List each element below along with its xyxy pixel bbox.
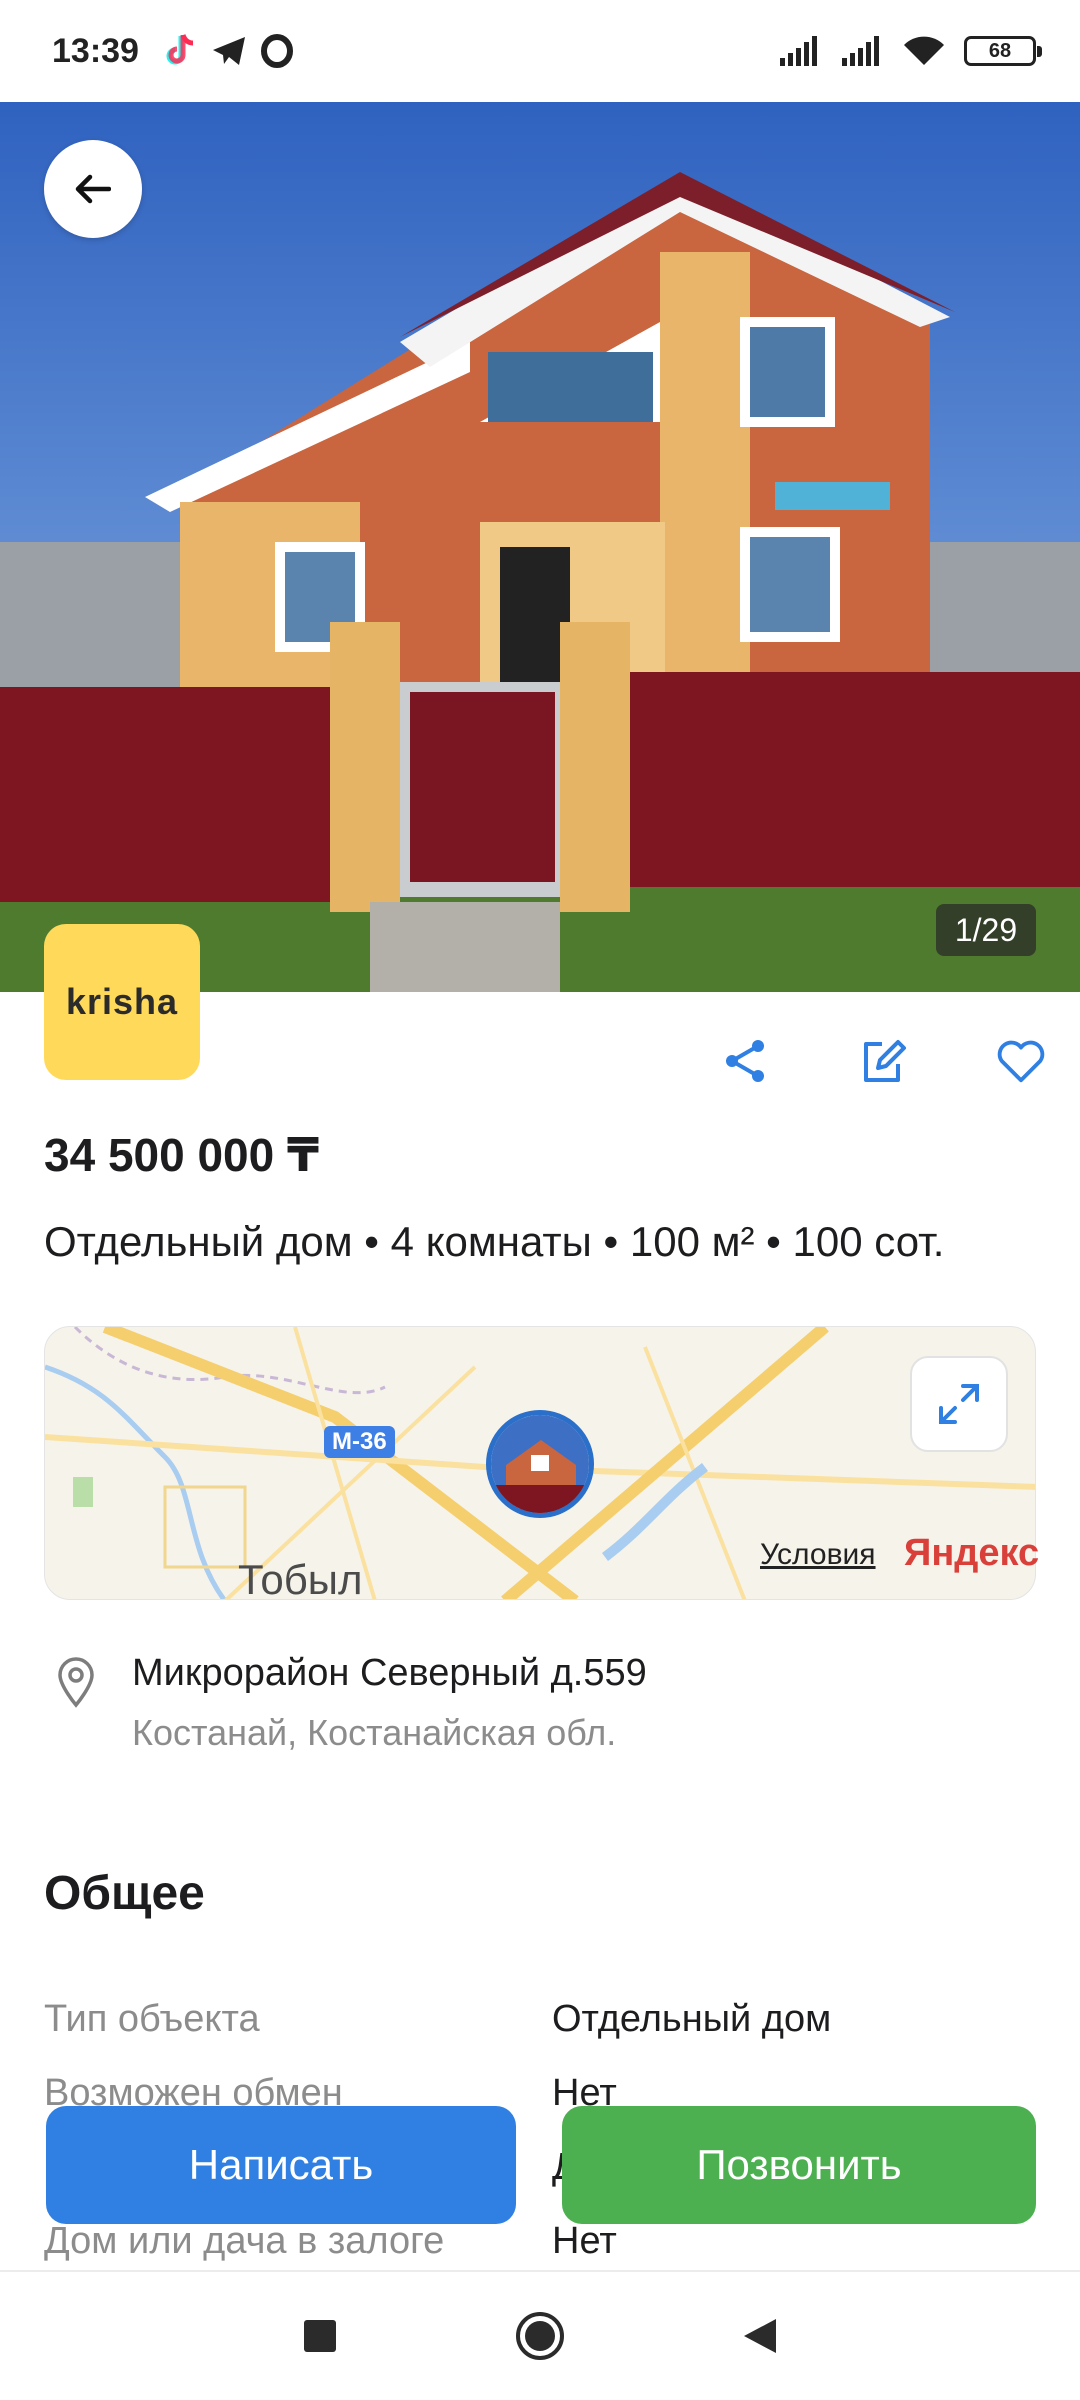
listing-photo[interactable] <box>0 102 1080 992</box>
property-value: Отдельный дом <box>552 1998 832 2040</box>
tiktok-icon <box>166 34 194 65</box>
back-button[interactable] <box>44 140 142 238</box>
square-icon <box>304 2320 336 2352</box>
battery-level: 68 <box>988 39 1012 62</box>
system-nav-bar <box>0 2270 1080 2400</box>
house-photo <box>0 102 1080 992</box>
battery-icon: 68 <box>964 36 1042 66</box>
triangle-back-icon <box>744 2319 776 2353</box>
status-app-icons <box>161 32 293 70</box>
back-nav-button[interactable] <box>730 2306 790 2366</box>
call-button[interactable]: Позвонить <box>562 2106 1036 2224</box>
photo-counter: 1/29 <box>936 904 1036 956</box>
heart-icon <box>997 1040 1045 1083</box>
general-section-title: Общее <box>44 1867 205 1920</box>
listing-screen: 13:39 68 1/29 krisha 34 500 000 ₸ Отдель… <box>0 0 1080 2400</box>
telegram-icon <box>212 37 245 65</box>
edit-icon <box>864 1040 906 1082</box>
map-expand-button[interactable] <box>910 1356 1008 1452</box>
address-region: Костанай, Костанайская обл. <box>132 1712 617 1753</box>
listing-price: 34 500 000 ₸ <box>44 1129 320 1181</box>
wifi-icon <box>904 36 944 65</box>
address-line: Микрорайон Северный д.559 <box>132 1652 647 1694</box>
map-city-label: Тобыл <box>238 1556 363 1603</box>
krisha-logo: krisha <box>44 924 200 1080</box>
home-circle-icon <box>516 2312 564 2360</box>
expand-icon <box>939 1384 979 1424</box>
write-message-button[interactable]: Написать <box>46 2106 516 2224</box>
opera-icon <box>260 34 293 68</box>
signal-icon <box>780 36 817 66</box>
share-button[interactable] <box>720 1036 770 1086</box>
edit-button[interactable] <box>858 1036 908 1086</box>
status-bar: 13:39 68 <box>0 0 1080 102</box>
listing-subtitle: Отдельный дом • 4 комнаты • 100 м² • 100… <box>44 1218 945 1265</box>
favorite-button[interactable] <box>996 1036 1046 1086</box>
property-value: Нет <box>552 2220 617 2262</box>
arrow-left-icon <box>75 174 111 204</box>
property-label: Тип объекта <box>44 1998 260 2040</box>
property-row: Тип объекта Отдельный дом <box>44 1998 1044 2054</box>
listing-actions <box>720 1036 1046 1086</box>
property-label: Дом или дача в залоге <box>44 2220 445 2262</box>
status-system-icons: 68 <box>778 35 1042 67</box>
house-thumbnail <box>491 1415 589 1513</box>
signal-icon <box>842 36 879 66</box>
map-road-label: М-36 <box>324 1426 395 1458</box>
location-pin-icon <box>58 1657 94 1708</box>
home-button[interactable] <box>510 2306 570 2366</box>
recents-button[interactable] <box>290 2306 350 2366</box>
property-row: Дом или дача в залоге Нет <box>44 2220 1044 2276</box>
map-pin-thumbnail[interactable] <box>486 1410 594 1518</box>
map-provider-logo: Яндекс <box>904 1532 1040 1574</box>
map-terms-link[interactable]: Условия <box>760 1538 876 1572</box>
share-icon <box>726 1040 764 1082</box>
status-time: 13:39 <box>52 31 139 70</box>
